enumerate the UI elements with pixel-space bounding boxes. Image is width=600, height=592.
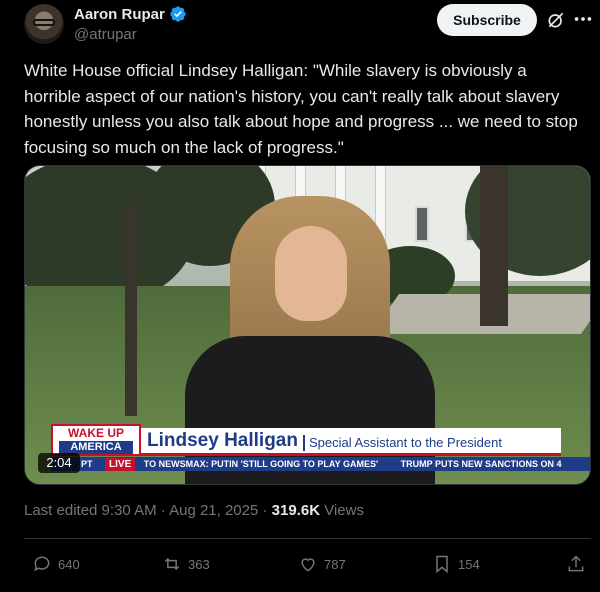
verified-badge-icon[interactable]: [169, 5, 187, 23]
newsmax-lower-third: WAKE UP AMERICA Lindsey Halligan Special…: [51, 424, 590, 471]
action-bar: 640 363 787 154: [24, 550, 591, 578]
tree-trunk: [480, 166, 508, 326]
repost-icon: [164, 557, 180, 571]
share-button[interactable]: [566, 550, 586, 578]
ticker-text-1: TO NEWSMAX: PUTIN 'STILL GOING TO PLAY G…: [143, 459, 379, 469]
wake-up-america-logo: WAKE UP AMERICA: [51, 424, 141, 456]
subscribe-button[interactable]: Subscribe: [437, 4, 537, 36]
grok-icon[interactable]: [546, 10, 566, 30]
author-display-name[interactable]: Aaron Rupar: [74, 6, 165, 23]
edited-timestamp[interactable]: Last edited 9:30 AM · Aug 21, 2025 ·: [24, 502, 272, 519]
logo-top-text: WAKE UP: [67, 426, 124, 440]
heart-icon: [301, 558, 315, 572]
author-name-row[interactable]: Aaron Rupar: [74, 5, 187, 23]
divider: [24, 538, 591, 539]
like-count: 787: [324, 556, 346, 572]
avatar-glasses: [33, 19, 55, 26]
reply-count: 640: [58, 556, 80, 572]
tweet-text: White House official Lindsey Halligan: "…: [24, 61, 578, 157]
presenter-face: [275, 226, 347, 321]
views-label: Views: [320, 502, 364, 519]
bookmark-count: 154: [458, 556, 480, 572]
bookmark-button[interactable]: 154: [432, 550, 480, 578]
repost-button[interactable]: 363: [162, 550, 210, 578]
reply-icon: [34, 556, 50, 572]
repost-count: 363: [188, 556, 210, 572]
bookmark-icon: [436, 555, 448, 574]
strap-name: Lindsey Halligan: [147, 430, 298, 451]
ticker-text-2: TRUMP PUTS NEW SANCTIONS ON 4: [400, 459, 562, 469]
strap-title: Special Assistant to the President: [303, 435, 502, 451]
share-icon: [568, 555, 584, 572]
like-button[interactable]: 787: [298, 550, 346, 578]
views-count: 319.6K: [271, 502, 321, 519]
live-badge: LIVE: [105, 458, 136, 471]
reply-button[interactable]: 640: [32, 550, 80, 578]
name-strap: Lindsey Halligan Special Assistant to th…: [141, 428, 561, 456]
ticker-pt: PT: [81, 459, 93, 469]
author-handle[interactable]: @atrupar: [74, 26, 187, 43]
tweet-meta: Last edited 9:30 AM · Aug 21, 2025 · 319…: [24, 502, 364, 519]
tree-trunk: [125, 206, 137, 416]
avatar[interactable]: [24, 4, 64, 44]
video-duration: 2:04: [38, 453, 80, 473]
more-options-icon[interactable]: [572, 8, 594, 30]
news-ticker: PT LIVE TO NEWSMAX: PUTIN 'STILL GOING T…: [51, 457, 590, 471]
author-block: Aaron Rupar @atrupar: [74, 5, 187, 43]
video-player[interactable]: WAKE UP AMERICA Lindsey Halligan Special…: [24, 165, 591, 485]
